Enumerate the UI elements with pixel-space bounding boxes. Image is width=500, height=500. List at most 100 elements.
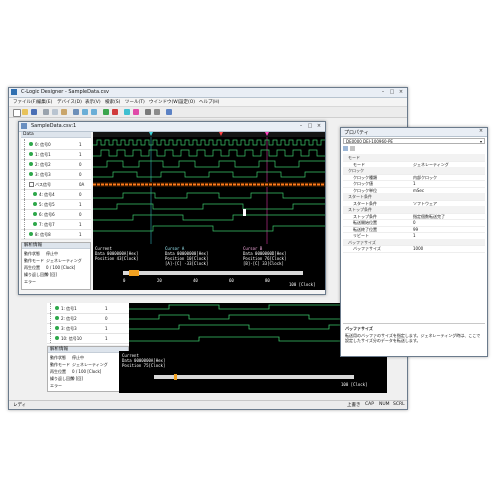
minimize-icon[interactable]: –: [379, 89, 387, 95]
sort-category-icon[interactable]: [343, 146, 348, 151]
signal-name: 3: 信号3: [35, 172, 51, 177]
tree-line: [24, 189, 28, 199]
info-row: エラー: [50, 383, 62, 389]
paste-icon[interactable]: [61, 109, 67, 115]
info-row: 再生位置 0 / 100 [Clock]: [24, 265, 75, 271]
cursor-b-delta: [B]-[C] 33[Clock]: [243, 261, 284, 266]
maximize-icon[interactable]: □: [306, 123, 314, 129]
menu-search[interactable]: 検索(S): [105, 99, 120, 105]
info-row: 繰り返し回数 0 [回]: [24, 272, 57, 278]
run-icon[interactable]: [103, 109, 109, 115]
signal-value: 0: [79, 172, 82, 177]
device-icon[interactable]: [145, 109, 151, 115]
info-row: エラー: [24, 279, 36, 285]
menu-device[interactable]: デバイス(D): [57, 99, 82, 105]
waveform-trace: [93, 192, 325, 199]
main-cursor-panel: Current Data 0000000A[Hex] Position 75[C…: [119, 351, 387, 393]
signal-active-icon: [55, 316, 59, 320]
search-icon[interactable]: [73, 109, 79, 115]
bus-expand-icon[interactable]: [29, 182, 34, 187]
properties-toolbar: [343, 146, 485, 152]
sort-alpha-icon[interactable]: [350, 146, 355, 151]
property-value: 99: [413, 226, 419, 232]
signal-name: 1: 信号1: [35, 152, 51, 157]
menu-settings[interactable]: 設定(O): [179, 99, 195, 105]
list-item[interactable]: 10: 信号10 1: [47, 333, 129, 344]
close-icon[interactable]: ×: [397, 89, 405, 95]
scale-label: 60: [229, 278, 234, 283]
timeline-position-marker[interactable]: [174, 374, 177, 380]
info-label: 繰り返し回数: [24, 272, 48, 277]
info-row: 動作モード ジェネレーティング: [50, 362, 108, 368]
menu-tools[interactable]: ツール(T): [125, 99, 145, 105]
signal-name: 8: 信号8: [35, 232, 51, 237]
waveform-trace: [93, 160, 325, 168]
waveform-trace: [93, 225, 325, 232]
zoom-in-icon[interactable]: [82, 109, 88, 115]
stop-icon[interactable]: [112, 109, 118, 115]
timeline-scale[interactable]: [154, 375, 354, 379]
signal-name: 1: 信号1: [61, 306, 77, 311]
scale-label: 20: [157, 278, 162, 283]
cut-icon[interactable]: [43, 109, 49, 115]
info-label: 再生位置: [24, 265, 40, 270]
signal-value: 1: [79, 152, 82, 157]
tree-line: [24, 139, 28, 149]
tree-line: [50, 303, 54, 313]
timeline-scale[interactable]: [123, 271, 303, 275]
info-value: 0 / 100 [Clock]: [46, 265, 76, 270]
new-file-icon[interactable]: [13, 109, 21, 117]
info-label: 動作モード: [50, 362, 70, 367]
menu-file[interactable]: ファイル(F): [13, 99, 37, 105]
property-value: 1000: [413, 246, 424, 251]
status-num: NUM: [379, 402, 390, 407]
maximize-icon[interactable]: □: [388, 89, 396, 95]
signal-name: 2: 信号2: [35, 162, 51, 167]
device-select[interactable]: DE0000 DEI-100960-PE ▾: [343, 138, 485, 144]
signal-name: 6: 信号6: [39, 212, 55, 217]
marker-a-icon[interactable]: [124, 109, 130, 115]
timeline-position-marker[interactable]: [129, 270, 139, 276]
properties-title: プロパティ: [344, 130, 369, 136]
time-ruler: [93, 132, 325, 137]
minimize-icon[interactable]: –: [297, 123, 305, 129]
signal-value: 0: [105, 316, 108, 321]
signal-active-icon: [33, 202, 37, 206]
tree-line: [24, 199, 28, 209]
signal-name: 7: 信号7: [39, 222, 55, 227]
settings-icon[interactable]: [154, 109, 160, 115]
close-icon[interactable]: ×: [477, 128, 485, 134]
text-cursor-block: [243, 209, 246, 216]
waveform-trace: [93, 203, 325, 210]
menu-help[interactable]: ヘルプ(H): [199, 99, 219, 105]
waveform-clock: [93, 139, 325, 146]
menu-window[interactable]: ウインドウ(W): [149, 99, 179, 105]
property-row[interactable]: バッファサイズ 1000: [343, 245, 485, 253]
zoom-out-icon[interactable]: [91, 109, 97, 115]
status-text: レディ: [13, 403, 27, 408]
signal-value: 1: [105, 306, 108, 311]
marker-b-icon[interactable]: [133, 109, 139, 115]
tree-line: [24, 229, 28, 239]
signal-value: 1: [105, 336, 108, 341]
open-folder-icon[interactable]: [22, 109, 28, 115]
menu-view[interactable]: 表示(V): [85, 99, 101, 105]
list-item[interactable]: 8: 信号8 1: [21, 229, 91, 240]
scale-label: 100 [Clock]: [289, 282, 316, 287]
copy-icon[interactable]: [52, 109, 58, 115]
status-scrl: SCRL: [393, 402, 405, 407]
waveform-view[interactable]: [93, 132, 325, 244]
menu-bar: ファイル(F) 編集(E) デバイス(D) 表示(V) 検索(S) ツール(T)…: [9, 98, 407, 107]
tree-line: [24, 149, 28, 159]
menu-edit[interactable]: 編集(E): [37, 99, 52, 105]
close-icon[interactable]: ×: [315, 123, 323, 129]
signal-active-icon: [55, 306, 59, 310]
info-row: 動作モード ジェネレーティング: [24, 258, 82, 264]
save-icon[interactable]: [31, 109, 37, 115]
help-icon[interactable]: [166, 109, 172, 115]
info-label: 繰り返し回数: [50, 376, 74, 381]
info-label: 動作状態: [24, 251, 40, 256]
signal-active-icon: [33, 192, 37, 196]
description-title: バッファサイズ: [345, 326, 373, 331]
toolbar: [9, 107, 407, 118]
